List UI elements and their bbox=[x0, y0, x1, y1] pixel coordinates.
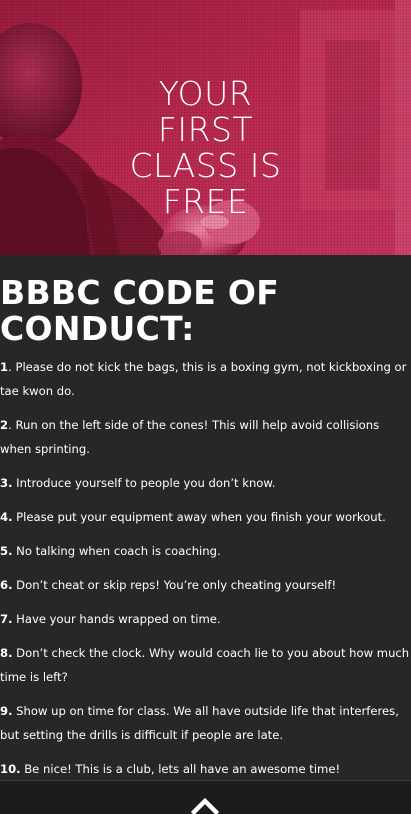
rule-number: 2 bbox=[0, 418, 9, 432]
rule-text: No talking when coach is coaching. bbox=[12, 544, 221, 558]
rule-item-8: 8. Don’t check the clock. Why would coac… bbox=[0, 641, 411, 689]
rule-item-3: 3. Introduce yourself to people you don’… bbox=[0, 471, 411, 495]
rule-item-10: 10. Be nice! This is a club, lets all ha… bbox=[0, 757, 411, 781]
rule-text: Show up on time for class. We all have o… bbox=[0, 704, 399, 742]
rule-text: Have your hands wrapped on time. bbox=[12, 612, 221, 626]
hero-title-line: YOUR bbox=[158, 74, 253, 114]
rule-number: 3. bbox=[0, 476, 13, 490]
rule-number: 7. bbox=[0, 612, 13, 626]
rule-number: 8. bbox=[0, 646, 13, 660]
hero-title-line: CLASS IS bbox=[129, 146, 282, 186]
rule-number: 1 bbox=[0, 360, 9, 374]
rule-text: . Run on the left side of the cones! Thi… bbox=[0, 418, 380, 456]
rule-item-6: 6. Don’t cheat or skip reps! You’re only… bbox=[0, 573, 411, 597]
heading-line: BBBC CODE OF bbox=[0, 273, 280, 312]
page: YOUR FIRST CLASS IS FREE BBBC CODE OF CO… bbox=[0, 0, 411, 814]
hero-title: YOUR FIRST CLASS IS FREE bbox=[0, 76, 411, 220]
rule-item-7: 7. Have your hands wrapped on time. bbox=[0, 607, 411, 631]
rule-text: . Please do not kick the bags, this is a… bbox=[0, 360, 407, 398]
code-of-conduct-section: BBBC CODE OF CONDUCT: 1. Please do not k… bbox=[0, 255, 411, 780]
rule-text: Please put your equipment away when you … bbox=[12, 510, 386, 524]
rule-text: Don’t check the clock. Why would coach l… bbox=[0, 646, 410, 684]
rule-number: 6. bbox=[0, 578, 13, 592]
rule-text: Introduce yourself to people you don’t k… bbox=[12, 476, 276, 490]
hero-title-line: FREE bbox=[162, 182, 249, 222]
heading-line: CONDUCT: bbox=[0, 309, 195, 348]
rule-item-5: 5. No talking when coach is coaching. bbox=[0, 539, 411, 563]
footer-bar bbox=[0, 780, 411, 814]
rule-text: Be nice! This is a club, lets all have a… bbox=[20, 762, 341, 776]
rule-number: 5. bbox=[0, 544, 13, 558]
rule-number: 4. bbox=[0, 510, 13, 524]
rule-item-1: 1. Please do not kick the bags, this is … bbox=[0, 355, 411, 403]
rule-item-2: 2. Run on the left side of the cones! Th… bbox=[0, 413, 411, 461]
hero-title-line: FIRST bbox=[157, 110, 254, 150]
chevron-up-icon[interactable] bbox=[191, 795, 219, 814]
rules-list: 1. Please do not kick the bags, this is … bbox=[0, 355, 411, 791]
rule-item-9: 9. Show up on time for class. We all hav… bbox=[0, 699, 411, 747]
code-of-conduct-heading: BBBC CODE OF CONDUCT: bbox=[0, 255, 411, 347]
hero-banner: YOUR FIRST CLASS IS FREE bbox=[0, 0, 411, 255]
rule-number: 10. bbox=[0, 762, 21, 776]
rule-number: 9. bbox=[0, 704, 13, 718]
rule-text: Don’t cheat or skip reps! You’re only ch… bbox=[12, 578, 337, 592]
rule-item-4: 4. Please put your equipment away when y… bbox=[0, 505, 411, 529]
